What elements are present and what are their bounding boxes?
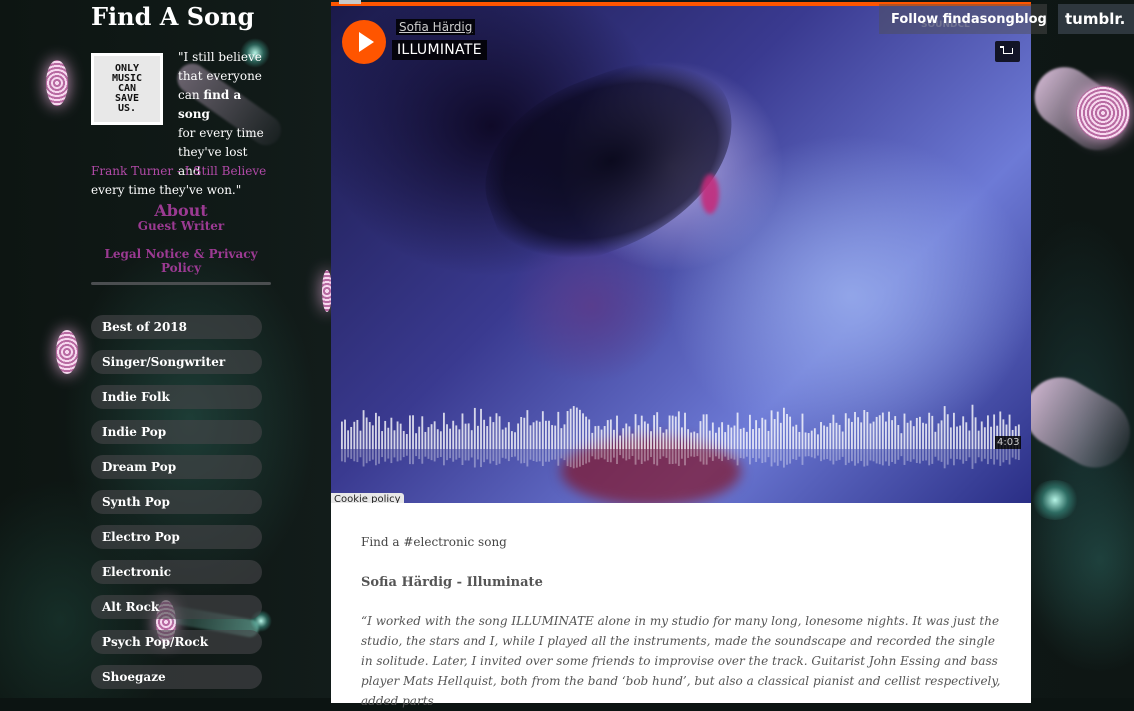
quote-attribution: Frank Turner - I Still Believe (91, 164, 267, 178)
follow-button[interactable]: Follow findasongblog (879, 4, 1047, 34)
stage-light (56, 330, 78, 374)
tumblr-logo[interactable]: tumblr. (1058, 4, 1134, 34)
tag-dream-pop[interactable]: Dream Pop (91, 455, 262, 479)
tag-synth-pop[interactable]: Synth Pop (91, 490, 262, 514)
waveform[interactable] (341, 399, 1021, 474)
tag-list: Best of 2018 Singer/Songwriter Indie Fol… (91, 315, 271, 700)
post: Find a #electronic song Sofia Härdig - I… (331, 503, 1031, 708)
stage-light (1076, 86, 1130, 140)
teal-light (1030, 480, 1080, 520)
about-link[interactable]: About (91, 201, 271, 220)
tag-indie-folk[interactable]: Indie Folk (91, 385, 262, 409)
sidebar-divider (91, 282, 271, 285)
main-content: Sofia Härdig ILLUMINATE 4:03 Cookie poli… (331, 0, 1031, 708)
guest-writer-link[interactable]: Guest Writer (91, 219, 271, 233)
legal-notice-link[interactable]: Legal Notice & Privacy Policy (91, 247, 271, 275)
soundcloud-player: Sofia Härdig ILLUMINATE 4:03 Cookie poli… (331, 6, 1031, 503)
post-tagline[interactable]: Find a #electronic song (361, 535, 507, 549)
play-button[interactable] (342, 20, 386, 64)
post-title: Sofia Härdig - Illuminate (361, 575, 543, 590)
tag-alt-rock[interactable]: Alt Rock (91, 595, 262, 619)
site-title[interactable]: Find A Song (91, 2, 254, 31)
tag-electronic[interactable]: Electronic (91, 560, 262, 584)
tag-psych-pop-rock[interactable]: Psych Pop/Rock (91, 630, 262, 654)
tag-shoegaze[interactable]: Shoegaze (91, 665, 262, 689)
track-duration: 4:03 (995, 436, 1022, 449)
cookie-policy-link[interactable]: Cookie policy (331, 493, 404, 503)
stage-light (46, 60, 68, 106)
track-title[interactable]: ILLUMINATE (392, 40, 487, 60)
tag-indie-pop[interactable]: Indie Pop (91, 420, 262, 444)
artwork-detail (701, 174, 719, 214)
cart-icon[interactable] (995, 41, 1020, 62)
artwork-hair (459, 36, 763, 286)
tag-electro-pop[interactable]: Electro Pop (91, 525, 262, 549)
artist-link[interactable]: Sofia Härdig (396, 19, 476, 35)
tag-best-of-2018[interactable]: Best of 2018 (91, 315, 262, 339)
tag-singer-songwriter[interactable]: Singer/Songwriter (91, 350, 262, 374)
post-body: “I worked with the song ILLUMINATE alone… (361, 614, 1001, 708)
